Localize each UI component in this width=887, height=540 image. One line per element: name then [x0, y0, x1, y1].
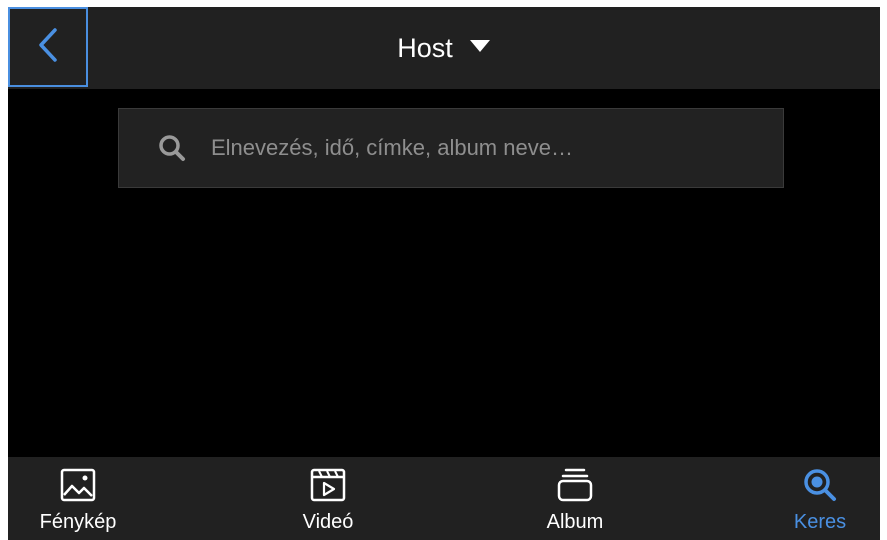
video-icon: [310, 465, 346, 505]
top-bar: Host: [8, 7, 880, 89]
search-placeholder: Elnevezés, idő, címke, album neve…: [211, 135, 573, 160]
caret-down-icon: [469, 39, 491, 58]
tab-search[interactable]: Keres: [750, 457, 880, 540]
chevron-left-icon: [37, 27, 59, 68]
back-button[interactable]: [8, 7, 88, 87]
tab-album[interactable]: Album: [505, 457, 645, 540]
search-input[interactable]: Elnevezés, idő, címke, album neve…: [118, 108, 784, 188]
search-icon: [155, 131, 189, 165]
page-title: Host: [397, 32, 453, 63]
tab-search-label: Keres: [793, 511, 847, 533]
search-icon: [802, 465, 838, 505]
album-icon: [557, 465, 593, 505]
app-screen: Host Elnevezés, idő, címke, album neve…: [8, 7, 880, 540]
bottom-tab-bar: Fénykép Videó Album Keres: [8, 457, 880, 540]
tab-photo-label: Fénykép: [39, 511, 117, 533]
tab-album-label: Album: [546, 511, 604, 533]
tab-video-label: Videó: [302, 511, 354, 533]
photo-icon: [60, 465, 96, 505]
host-selector[interactable]: Host: [397, 33, 491, 64]
tab-photo[interactable]: Fénykép: [8, 457, 148, 540]
tab-video[interactable]: Videó: [258, 457, 398, 540]
